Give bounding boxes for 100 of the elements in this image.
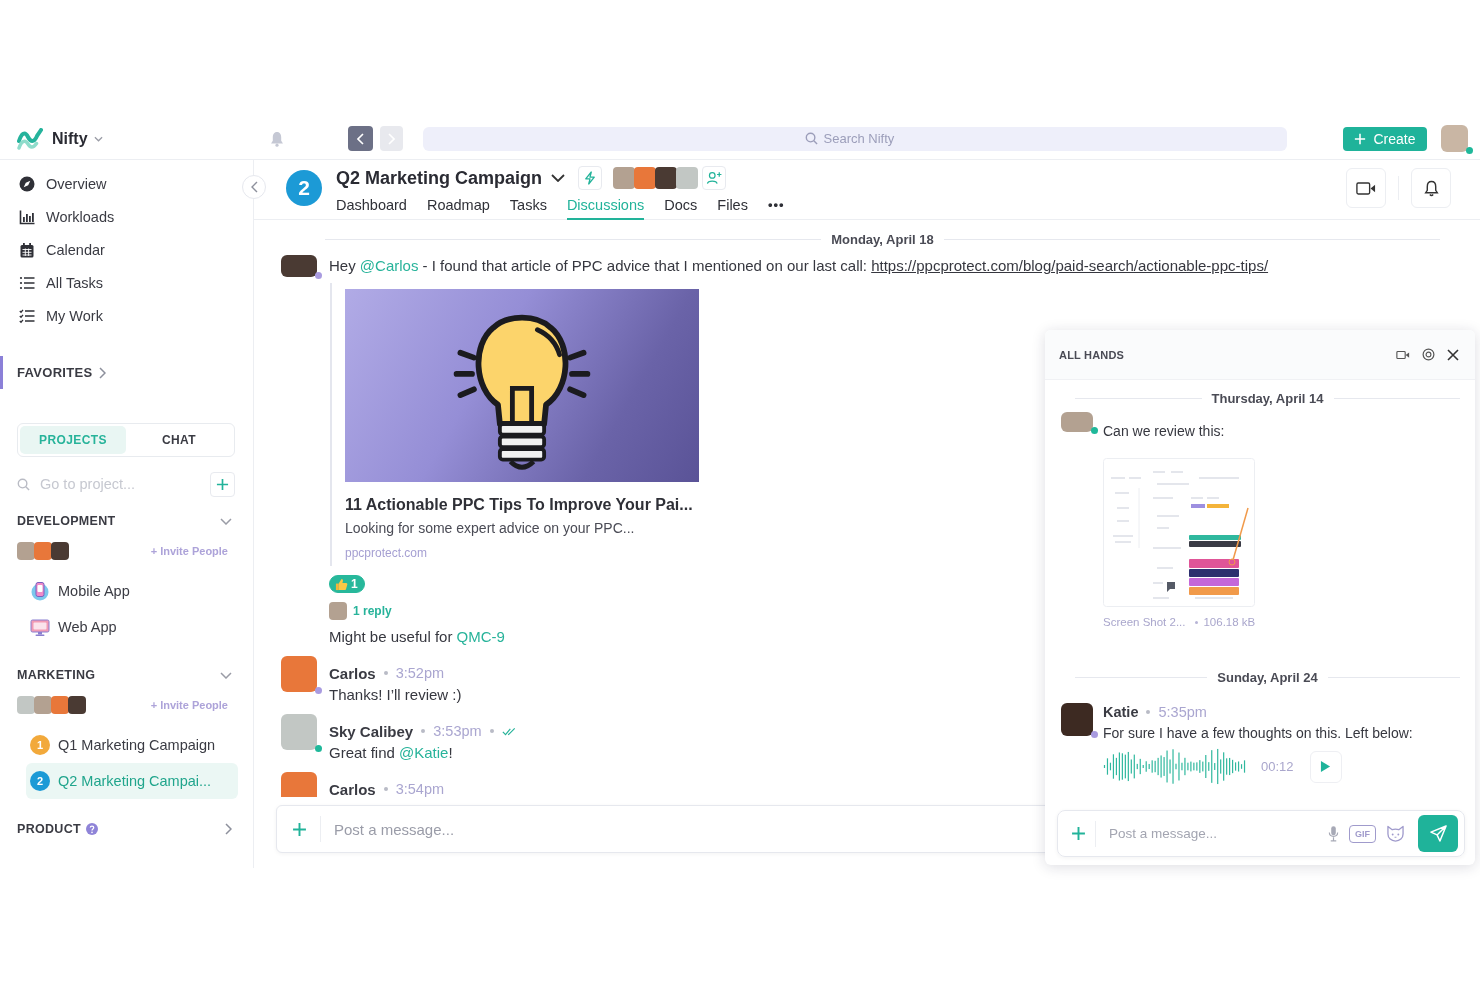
paper-plane-icon [1429, 825, 1447, 842]
chevron-right-icon [99, 366, 107, 379]
plus-icon [216, 477, 229, 491]
automation-button[interactable] [578, 166, 603, 190]
url-link[interactable]: https://ppcprotect.com/blog/paid-search/actionable-ppc-tips/ [871, 257, 1269, 274]
project-search-field[interactable]: Go to project... [40, 476, 210, 492]
search-field[interactable]: Search Nifty [823, 131, 906, 146]
list-icon [19, 274, 35, 291]
add-project-button[interactable] [210, 471, 235, 497]
search-icon [804, 132, 818, 145]
project-tab[interactable]: Dashboard [336, 195, 407, 220]
group-title[interactable]: MARKETING [17, 668, 96, 682]
phone-icon [30, 581, 50, 601]
attach-button[interactable] [292, 821, 307, 837]
sidebar-tab[interactable]: CHAT [126, 426, 232, 454]
preview-title[interactable]: 11 Actionable PPC Tips To Improve Your Pai... [345, 494, 699, 516]
lightning-icon [584, 171, 597, 185]
nav-item[interactable]: My Work [0, 299, 225, 332]
date-label: Sunday, April 24 [1217, 669, 1318, 685]
date-label: Thursday, April 14 [1211, 390, 1324, 406]
author-name[interactable]: Carlos [329, 780, 376, 797]
project-tab[interactable]: Tasks [509, 195, 547, 220]
message-input[interactable]: Post a message... [334, 820, 894, 838]
message-text: Great find @Katie! [329, 743, 453, 763]
more-button[interactable]: ••• [767, 195, 785, 220]
help-icon[interactable] [85, 823, 98, 835]
author-name[interactable]: Carlos [329, 664, 376, 682]
plus-icon [292, 821, 307, 837]
compass-icon [19, 175, 35, 192]
play-icon [1320, 760, 1332, 773]
favorites-header[interactable]: FAVORITES [0, 356, 253, 389]
nav-item[interactable]: Workloads [0, 200, 225, 233]
project-item[interactable]: Web App [26, 609, 238, 645]
nav-item[interactable]: Calendar [0, 233, 225, 266]
video-call-button[interactable] [1346, 168, 1386, 208]
chevron-down-icon[interactable] [220, 671, 232, 679]
nav-item[interactable]: Overview [0, 167, 225, 200]
user-avatar[interactable] [1441, 125, 1468, 152]
date-label: Monday, April 18 [831, 231, 934, 247]
project-tab[interactable]: Docs [664, 195, 698, 220]
bar-chart-icon [19, 208, 35, 225]
message-input[interactable]: Post a message... [1109, 826, 1328, 841]
microphone-icon[interactable] [1328, 825, 1339, 842]
add-member-button[interactable] [702, 166, 727, 190]
author-name[interactable]: Sky Calibey [329, 722, 414, 740]
project-tab[interactable]: Roadmap [426, 195, 490, 220]
audio-duration: 00:12 [1261, 759, 1294, 774]
link-preview-card[interactable]: 11 Actionable PPC Tips To Improve Your Pai... Looking for some expert advice on your PPC... ppcprotect.com [330, 283, 699, 566]
author-name[interactable]: Katie [1103, 704, 1139, 720]
notifications-button[interactable] [1411, 168, 1451, 208]
project-badge: 2 [286, 170, 322, 206]
message-text: For sure I have a few thoughts on this. Left below: [1103, 724, 1413, 743]
settings-icon[interactable] [1422, 348, 1435, 361]
message-text: Thanks! I’ll review :) [329, 685, 462, 705]
close-icon[interactable] [1447, 348, 1459, 361]
chevron-down-icon[interactable] [220, 517, 232, 525]
avatar[interactable] [655, 167, 678, 189]
preview-domain: ppcprotect.com [345, 545, 429, 561]
preview-description: Looking for some expert advice on your PPC... [345, 519, 636, 538]
cat-face-icon[interactable] [1386, 825, 1405, 842]
add-user-icon [706, 171, 723, 185]
back-button[interactable] [348, 126, 373, 151]
search-icon [17, 477, 30, 491]
video-camera-icon [1356, 181, 1376, 195]
chevron-left-icon [250, 181, 258, 193]
send-button[interactable] [1418, 815, 1458, 852]
logo-icon [17, 127, 43, 150]
project-item[interactable]: 1 Q1 Marketing Campaign [26, 727, 238, 763]
video-camera-icon[interactable] [1396, 349, 1410, 360]
workspace-name[interactable]: Nifty [52, 129, 88, 148]
group-title[interactable]: PRODUCT [17, 822, 81, 836]
checklist-icon [19, 307, 35, 324]
message-text: Might be useful for QMC-9 [329, 627, 505, 647]
group-title[interactable]: DEVELOPMENT [17, 514, 116, 528]
message-time: 3:54pm [395, 781, 445, 797]
chevron-left-icon [357, 132, 364, 145]
file-size: 106.18 kB [1203, 616, 1256, 628]
avatar[interactable] [634, 167, 657, 189]
project-item[interactable]: Mobile App [26, 573, 238, 609]
caret-down-icon[interactable] [551, 174, 566, 182]
chat-title: ALL HANDS [1059, 348, 1125, 361]
collapse-sidebar-button[interactable] [242, 175, 266, 199]
plus-icon [1071, 826, 1086, 841]
attach-button[interactable] [1071, 826, 1086, 841]
plus-icon [1354, 132, 1367, 145]
thumbs-up-icon [335, 577, 348, 591]
bell-icon[interactable] [270, 130, 284, 147]
nav-item[interactable]: All Tasks [0, 266, 225, 299]
calendar-icon [19, 241, 35, 258]
message-time: 3:53pm [433, 723, 482, 739]
message-time: 3:52pm [395, 665, 445, 681]
project-tab[interactable]: Files [717, 195, 748, 220]
chevron-right-icon[interactable] [225, 823, 232, 835]
bell-icon [1423, 179, 1439, 197]
number-badge: 2 [30, 771, 50, 791]
play-button[interactable] [1309, 750, 1342, 783]
number-badge: 1 [30, 735, 50, 755]
monitor-icon [30, 617, 50, 637]
project-title: Q2 Marketing Campaign [336, 167, 543, 189]
message-text: Hey @Carlos - I found that article of PPC advice that I mentioned on our last call: https://ppcprotect.com/blog/paid-search/actionable-ppc-tips/ [329, 256, 1269, 276]
